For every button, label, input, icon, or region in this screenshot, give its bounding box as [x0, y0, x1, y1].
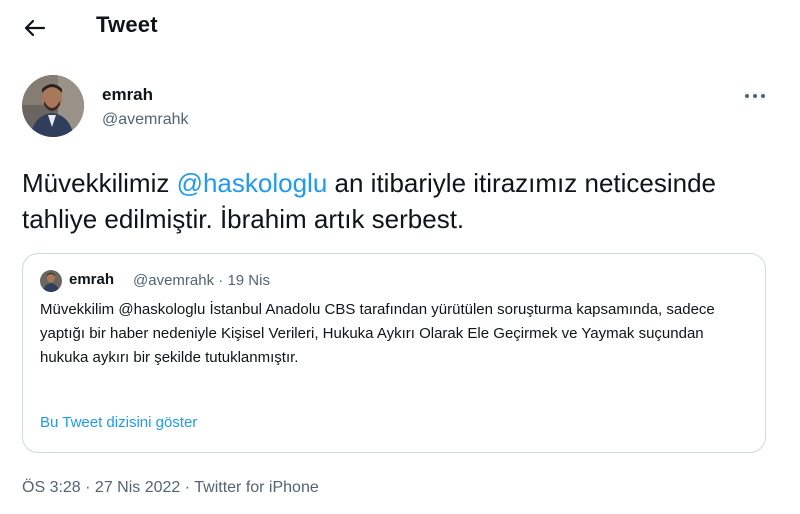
- show-thread-link[interactable]: Bu Tweet dizisini göster: [40, 414, 197, 431]
- author-handle[interactable]: @avemrahk: [102, 111, 189, 129]
- quoted-author-handle: @avemrahk: [133, 272, 215, 289]
- arrow-left-icon: [24, 19, 46, 37]
- quoted-author-avatar: [40, 270, 62, 292]
- page-title: Tweet: [96, 12, 158, 37]
- quoted-tweet-text: Müvekkilim @haskologlu İstanbul Anadolu …: [40, 301, 715, 366]
- quoted-tweet-card[interactable]: emrah @avemrahk · 19 Nis Müvekkilim @has…: [22, 253, 766, 453]
- tweet-text-part: Müvekkilimiz: [22, 168, 177, 198]
- mention-link[interactable]: @haskologlu: [177, 168, 328, 198]
- meta-separator: ·: [214, 272, 228, 289]
- more-options-button[interactable]: [738, 84, 772, 108]
- back-button[interactable]: [18, 13, 52, 43]
- quoted-meta: @avemrahk · 19 Nis: [133, 272, 270, 289]
- tweet-text: Müvekkilimiz @haskologlu an itibariyle i…: [22, 165, 762, 237]
- author-avatar[interactable]: [22, 75, 84, 137]
- quoted-author-name: emrah: [69, 271, 115, 288]
- tweet-date[interactable]: 27 Nis 2022: [95, 479, 180, 496]
- more-horizontal-icon: [745, 94, 765, 98]
- meta-separator: ·: [180, 479, 195, 496]
- tweet-source[interactable]: Twitter for iPhone: [194, 479, 319, 496]
- tweet-time[interactable]: ÖS 3:28: [22, 479, 81, 496]
- author-name[interactable]: emrah: [102, 85, 153, 105]
- top-bar: Tweet: [0, 0, 800, 56]
- tweet-timestamp-line: ÖS 3:28 · 27 Nis 2022 · Twitter for iPho…: [22, 479, 319, 497]
- meta-separator: ·: [80, 479, 95, 496]
- quoted-date: 19 Nis: [227, 272, 270, 289]
